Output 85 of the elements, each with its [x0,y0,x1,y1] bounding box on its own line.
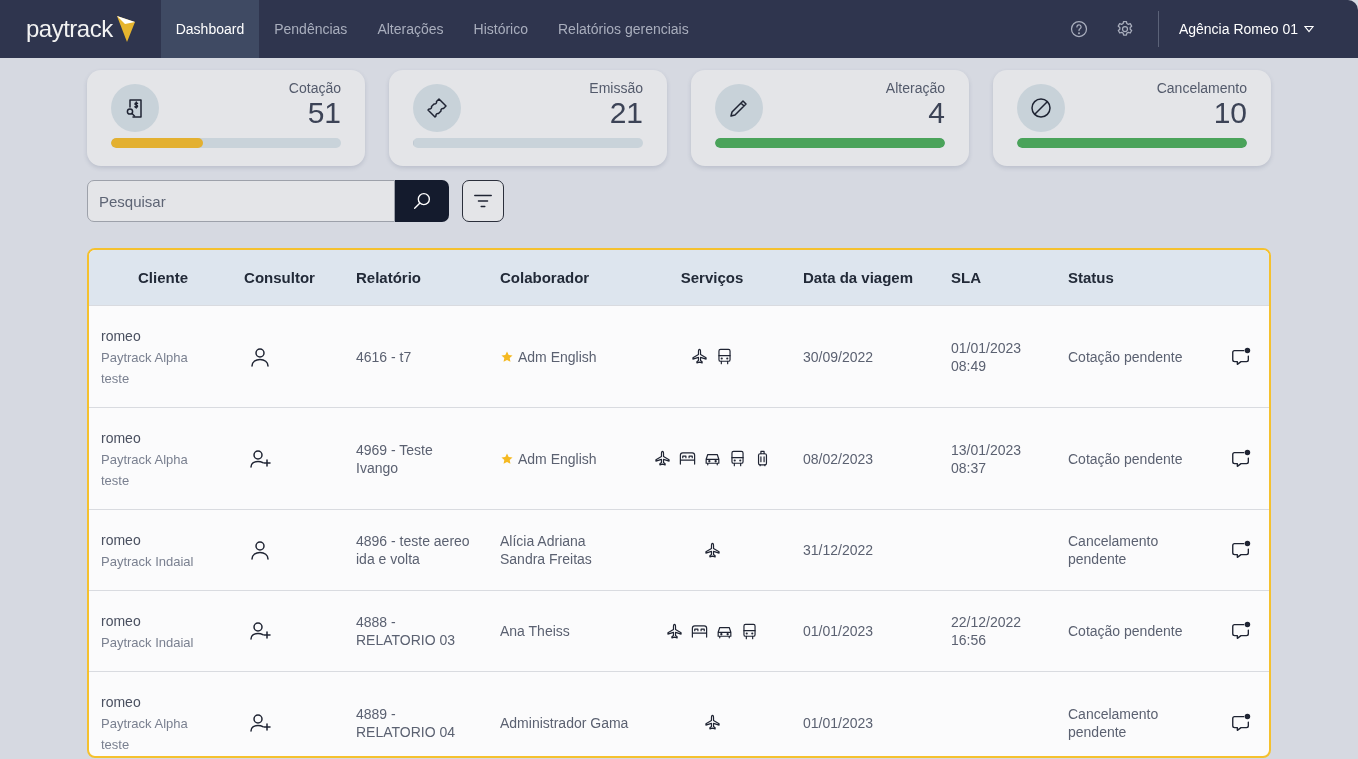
stat-card[interactable]: Emissão 21 [389,70,667,166]
ticket-icon [425,96,449,120]
collaborator-name: Adm English [518,449,597,468]
plane-icon [690,347,709,366]
nav-tab[interactable]: Histórico [458,0,543,58]
nav-tab[interactable]: Relatórios gerenciais [543,0,704,58]
travel-date: 30/09/2022 [802,347,875,366]
status-text: Cotação pendente [1067,622,1184,640]
stat-label: Cotação [288,80,341,96]
stat-label: Alteração [885,80,945,96]
client-name: romeo [101,327,142,344]
column-header: Serviços [679,269,745,286]
account-menu[interactable]: Agência Romeo 01 [1166,21,1358,37]
prohibited-icon [1029,96,1053,120]
nav-tab[interactable]: Pendências [259,0,363,58]
column-header: Colaborador [499,269,591,286]
client-detail: teste [101,370,131,386]
stat-value: 21 [609,96,643,130]
column-header: Data da viagem [802,269,915,286]
stat-value: 51 [307,96,341,130]
client-name: romeo [101,693,142,710]
client-detail: Paytrack Alpha [101,349,189,365]
report-cell-text: 4616 - t7 [355,347,413,366]
report-cell-text: 4896 - teste aereo ida e volta [355,532,471,568]
paytrack-logo[interactable]: paytrack [26,0,137,58]
status-text: Cancelamento pendente [1067,704,1160,741]
client-detail: Paytrack Indaial [101,634,195,650]
stat-value: 10 [1213,96,1247,130]
client-name: romeo [101,531,142,548]
person-add-icon [247,619,272,643]
status-text: Cotação pendente [1067,347,1184,366]
plane-icon [702,540,722,560]
travel-date: 01/01/2023 [802,622,875,640]
caret-icon [1304,25,1314,33]
logo-mark-icon [114,14,137,44]
chat-icon[interactable] [1229,447,1252,470]
client-detail: Paytrack Indaial [101,553,195,569]
collaborator-name: Adm English [518,347,597,366]
client-detail: teste [101,736,131,752]
status-text: Cancelamento pendente [1067,532,1160,568]
bed-icon [677,449,697,468]
column-header: Consultor [243,269,316,286]
search-icon [411,190,433,212]
travel-date: 31/12/2022 [802,541,875,559]
column-header: Cliente [137,269,189,286]
collaborator-name: Ana Theiss [500,622,570,640]
client-name: romeo [101,612,142,629]
stat-label: Emissão [589,80,643,96]
column-header: Relatório [355,269,422,286]
travel-date: 01/01/2023 [802,713,875,732]
report-cell-text: 4969 - Teste Ivango [355,440,434,477]
stat-value: 4 [928,96,945,130]
status-text: Cotação pendente [1067,449,1184,468]
stat-label: Cancelamento [1156,80,1247,96]
chat-icon[interactable] [1229,620,1252,642]
client-detail: Paytrack Alpha [101,715,189,731]
stat-card[interactable]: Cotação 51 [87,70,365,166]
chat-icon[interactable] [1229,539,1252,561]
search-button[interactable] [395,180,449,222]
plane-icon [702,713,722,732]
plane-icon [665,621,684,641]
report-cell-text: 4888 - RELATORIO 03 [355,613,457,649]
sla-datetime: 13/01/2023 08:37 [951,440,1023,477]
column-header: SLA [950,269,982,286]
stat-card[interactable]: Cancelamento 10 [993,70,1271,166]
stat-card[interactable]: Alteração 4 [691,70,969,166]
collaborator-name: Alícia Adriana Sandra Freitas [500,532,593,568]
client-detail: teste [101,472,131,488]
client-detail: Paytrack Alpha [101,451,189,467]
bus-icon [715,347,734,366]
plane-icon [652,449,672,468]
report-cell-text: 4889 - RELATORIO 04 [355,704,457,741]
chat-icon[interactable] [1229,711,1252,734]
travel-date: 08/02/2023 [802,449,875,468]
collaborator-name: Administrador Gama [500,713,629,732]
bus-icon [740,621,759,641]
sla-datetime: 01/01/2023 08:49 [951,338,1023,375]
nav-tab[interactable]: Alterações [362,0,459,58]
sla-datetime: 22/12/2022 16:56 [951,613,1023,649]
chat-icon[interactable] [1229,345,1252,368]
nav-tab[interactable]: Dashboard [160,0,260,58]
filter-button[interactable] [462,180,504,222]
search-field[interactable]: Pesquisar [87,180,395,222]
client-name: romeo [101,429,142,446]
column-header: Status [1067,269,1115,286]
